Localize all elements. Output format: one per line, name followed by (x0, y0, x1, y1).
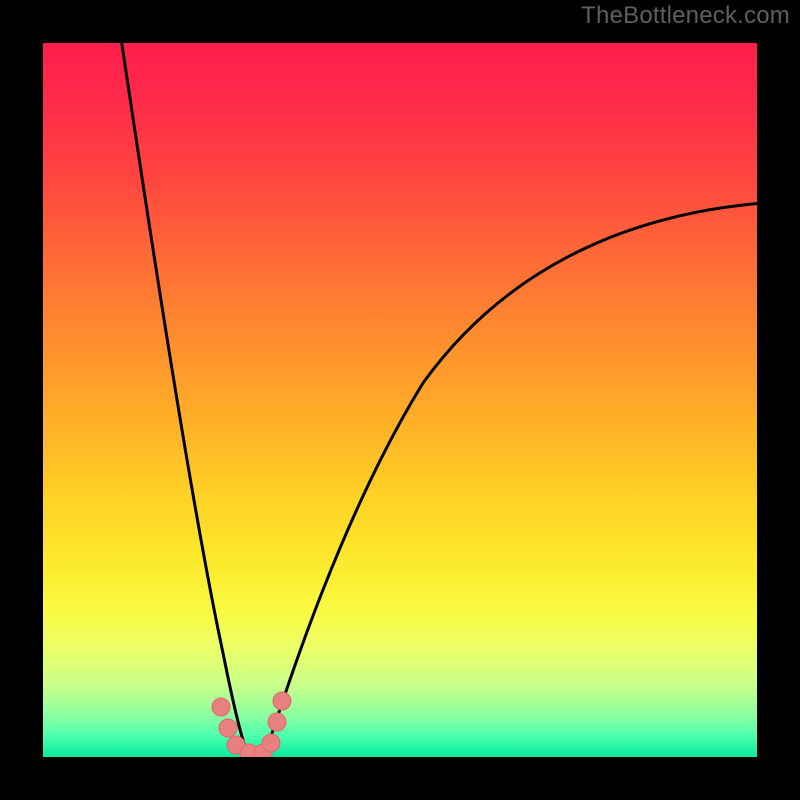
chart-frame: TheBottleneck.com (0, 0, 800, 800)
marker-group (212, 692, 291, 757)
curve-right (265, 203, 757, 755)
data-marker (273, 692, 291, 710)
chart-svg (43, 43, 757, 757)
watermark-text: TheBottleneck.com (581, 2, 790, 30)
data-marker (268, 713, 286, 731)
data-marker (262, 734, 280, 752)
plot-area (43, 43, 757, 757)
data-marker (212, 698, 230, 716)
data-marker (219, 719, 237, 737)
curve-left (121, 43, 248, 755)
